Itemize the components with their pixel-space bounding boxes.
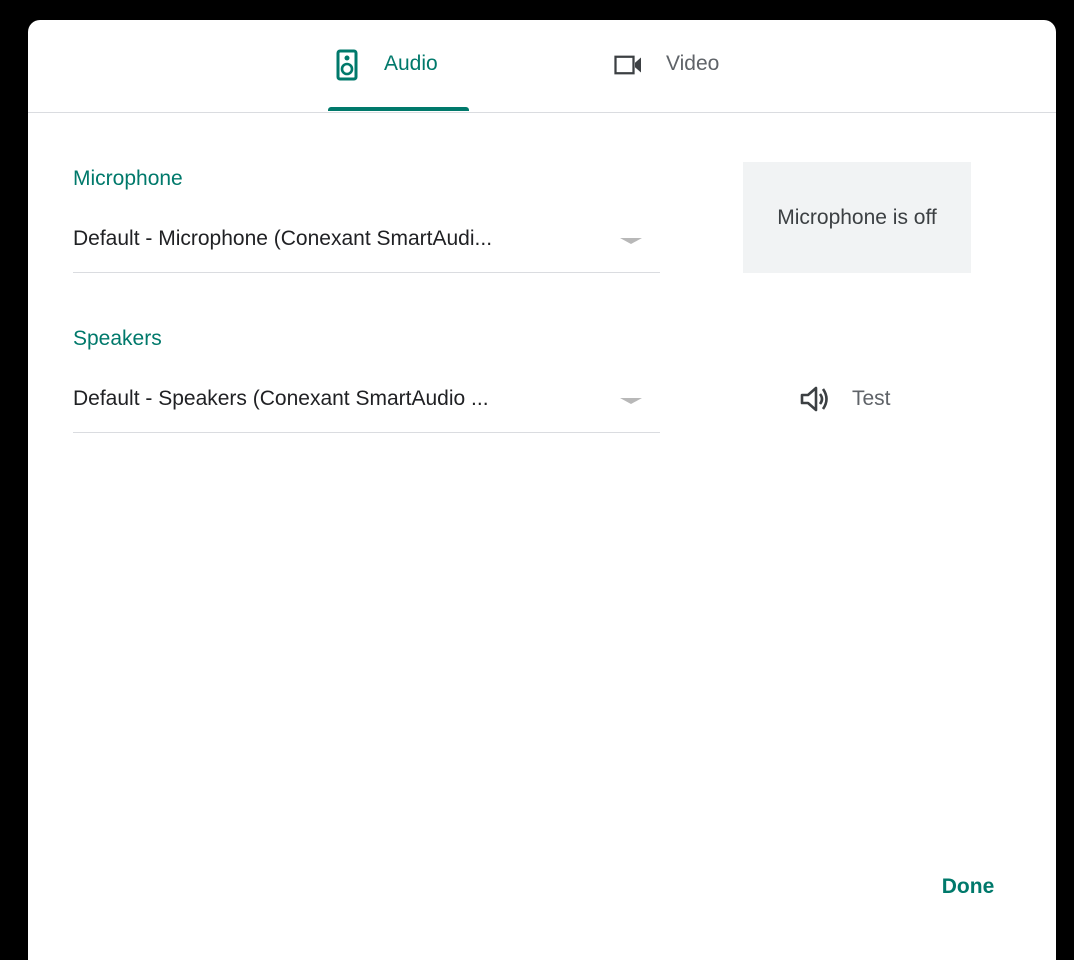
speakers-selected-value: Default - Speakers (Conexant SmartAudio … [73,387,489,410]
speakers-select[interactable]: Default - Speakers (Conexant SmartAudio … [73,376,660,433]
test-speakers-button[interactable]: Test [798,375,928,423]
videocam-icon [614,47,644,83]
done-button[interactable]: Done [918,862,1018,912]
tab-video-label: Video [666,52,720,75]
volume-icon [798,384,832,414]
tab-audio-label: Audio [384,52,438,75]
tab-audio[interactable]: Audio [328,20,468,112]
tab-bar: Audio Video [28,20,1056,113]
dropdown-arrow-icon [620,398,642,404]
speakers-label: Speakers [73,327,162,350]
microphone-select[interactable]: Default - Microphone (Conexant SmartAudi… [73,216,660,273]
settings-dialog: Audio Video Microphone Default - Microph… [28,20,1056,960]
tab-video[interactable]: Video [614,20,774,112]
speaker-icon [332,47,362,83]
microphone-selected-value: Default - Microphone (Conexant SmartAudi… [73,227,493,250]
test-label: Test [852,387,891,410]
microphone-label: Microphone [73,167,183,190]
dropdown-arrow-icon [620,238,642,244]
microphone-status: Microphone is off [743,162,971,273]
active-tab-indicator [328,107,469,111]
